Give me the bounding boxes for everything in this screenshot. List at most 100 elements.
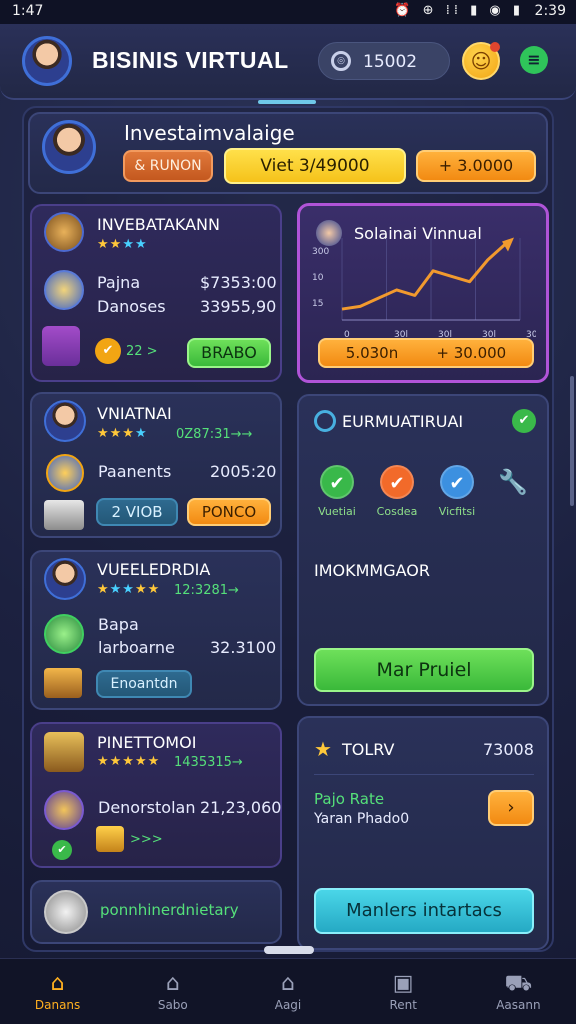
nav-item-aagi[interactable]: ⌂ Aagi [240, 970, 336, 1012]
business-4-title: PINETTOMOI [97, 733, 197, 752]
box-icon [96, 826, 124, 852]
gift-icon [42, 326, 80, 366]
business-3-row1: Bapa [98, 615, 139, 634]
nav-label: Danans [34, 998, 81, 1012]
emoji-notification-button[interactable]: ☺ [462, 42, 500, 80]
achievement-label: Vicfitsi [438, 505, 476, 518]
investment-row2-value: 33955,90 [200, 297, 277, 316]
achievements-title: EURMUATIRUAI [342, 412, 464, 431]
nav-label: Aagi [274, 998, 302, 1012]
achievement-label: Vuetiai [318, 505, 356, 518]
chart-y-tick: 300 [312, 247, 329, 257]
investment-chip: 22 > [126, 344, 158, 359]
profile-avatar[interactable] [22, 36, 72, 86]
achievements-subtitle: IMOKMMGAOR [314, 561, 430, 580]
chart-action-button[interactable]: 5.030n + 30.000 [318, 338, 534, 368]
achievement-label: Cosdea [376, 505, 418, 518]
house-icon: ⌂ [281, 971, 295, 996]
achievement-check-icon[interactable]: ✔ [380, 465, 414, 499]
chart-y-tick: 15 [312, 299, 323, 309]
achievements-action-button[interactable]: Mar Pruiel [314, 648, 534, 692]
coin-balance-value: 15002 [363, 52, 418, 72]
business-3-stars-value: 12:3281→ [174, 583, 239, 598]
nav-item-danans[interactable]: ⌂ Danans [10, 970, 106, 1012]
home-icon: ⌂ [50, 971, 65, 996]
hero-title: Investaimvalaige [124, 121, 295, 145]
hero-main-button[interactable]: Viet 3/49000 [224, 148, 406, 184]
coin-vault-icon [44, 890, 88, 934]
business-4-row-value: 21,23,060 [200, 798, 282, 817]
business-2-row-value: 2005:20 [210, 462, 277, 481]
chevron-right-icon: › [507, 797, 515, 818]
investment-row1-value: $7353:00 [200, 273, 277, 292]
app-title: BISINIS VIRTUAL [92, 47, 289, 73]
business-2-avatar [44, 400, 86, 442]
total-title: TOLRV [342, 740, 395, 759]
rating-stars: ★★★★ [97, 426, 148, 441]
treasure-icon [44, 212, 84, 252]
divider [314, 774, 534, 775]
achievement-check-icon[interactable]: ✔ [440, 465, 474, 499]
nav-item-aasann[interactable]: ⛟ Aasann [470, 970, 566, 1012]
treasure-chest-icon [44, 732, 84, 772]
business-4-chip: >>> [130, 832, 163, 847]
menu-icon: ≡ [527, 50, 541, 69]
shield-icon [44, 270, 84, 310]
coin-balance-pill[interactable]: ◎ 15002 [318, 42, 450, 80]
business-3-row2-value: 32.3100 [210, 638, 277, 657]
check-icon: ✔ [52, 840, 72, 860]
money-stack-icon [44, 500, 84, 530]
business-2-row-label: Paanents [98, 462, 172, 481]
tab-indicator [258, 100, 316, 104]
business-2-left-button[interactable]: 2 VIOB [96, 498, 178, 526]
total-value: 73008 [483, 740, 534, 759]
status-time-left: 1:47 [12, 3, 44, 19]
status-bar: 1:47 ⏰ ⊕ ⁞⁞ ▮ ◉ ▮ 2:39 [0, 0, 576, 24]
hero-run-button[interactable]: & RUNON [123, 150, 213, 182]
chart-y-tick: 10 [312, 273, 324, 283]
check-circle-icon[interactable]: ✔ [512, 409, 536, 433]
wrench-icon[interactable]: 🔧 [498, 468, 528, 496]
chevron-right-button[interactable]: › [488, 790, 534, 826]
nav-label: Rent [389, 998, 417, 1012]
refresh-icon[interactable] [314, 410, 336, 432]
nav-item-rent[interactable]: ▣ Rent [355, 970, 451, 1012]
total-action-button[interactable]: Manlers intartacs [314, 888, 534, 934]
total-line2: Yaran Phado0 [314, 811, 410, 827]
achievement-check-icon[interactable]: ✔ [320, 465, 354, 499]
investment-action-button[interactable]: BRABO [187, 338, 271, 368]
status-time-right: 2:39 [534, 3, 566, 19]
business-2-right-button[interactable]: PONCO [187, 498, 271, 526]
business-4-stars-value: 1435315→ [174, 755, 243, 770]
coin-icon: ◎ [331, 51, 351, 71]
home-outline-icon: ⌂ [165, 971, 180, 996]
smiley-icon: ☺ [470, 49, 492, 73]
investment-card-title: INVEBATAKANN [97, 215, 220, 234]
crate-icon [44, 668, 82, 698]
hero-avatar [42, 120, 96, 174]
scrollbar[interactable] [570, 376, 574, 506]
star-icon: ★ [314, 737, 332, 761]
rating-stars: ★★★★★ [97, 582, 161, 597]
trophy-icon [44, 790, 84, 830]
menu-button[interactable]: ≡ [520, 46, 548, 74]
business-2-stars-value: 0Z87:31→→ [176, 427, 253, 442]
chart-series-line [341, 242, 508, 311]
business-5-text: ponnhinerdnietary [100, 901, 239, 919]
car-icon: ⛟ [504, 971, 533, 996]
target-icon [46, 454, 84, 492]
business-3-avatar [44, 558, 86, 600]
notification-dot [490, 42, 500, 52]
investment-row1-label: Pajna [97, 273, 141, 292]
nav-label: Aasann [496, 998, 541, 1012]
drag-handle[interactable] [264, 946, 314, 954]
business-4-row-label: Denorstolan [98, 798, 196, 817]
badge-icon: ✔ [95, 338, 121, 364]
nav-label: Sabo [157, 998, 188, 1012]
total-line1: Pajo Rate [314, 790, 385, 808]
business-3-button[interactable]: Enoantdn [96, 670, 192, 698]
hero-add-button[interactable]: + 3.0000 [416, 150, 536, 182]
business-2-title: VNIATNAI [97, 404, 172, 423]
nav-item-sabo[interactable]: ⌂ Sabo [125, 970, 221, 1012]
investment-row2-label: Danoses [97, 297, 166, 316]
